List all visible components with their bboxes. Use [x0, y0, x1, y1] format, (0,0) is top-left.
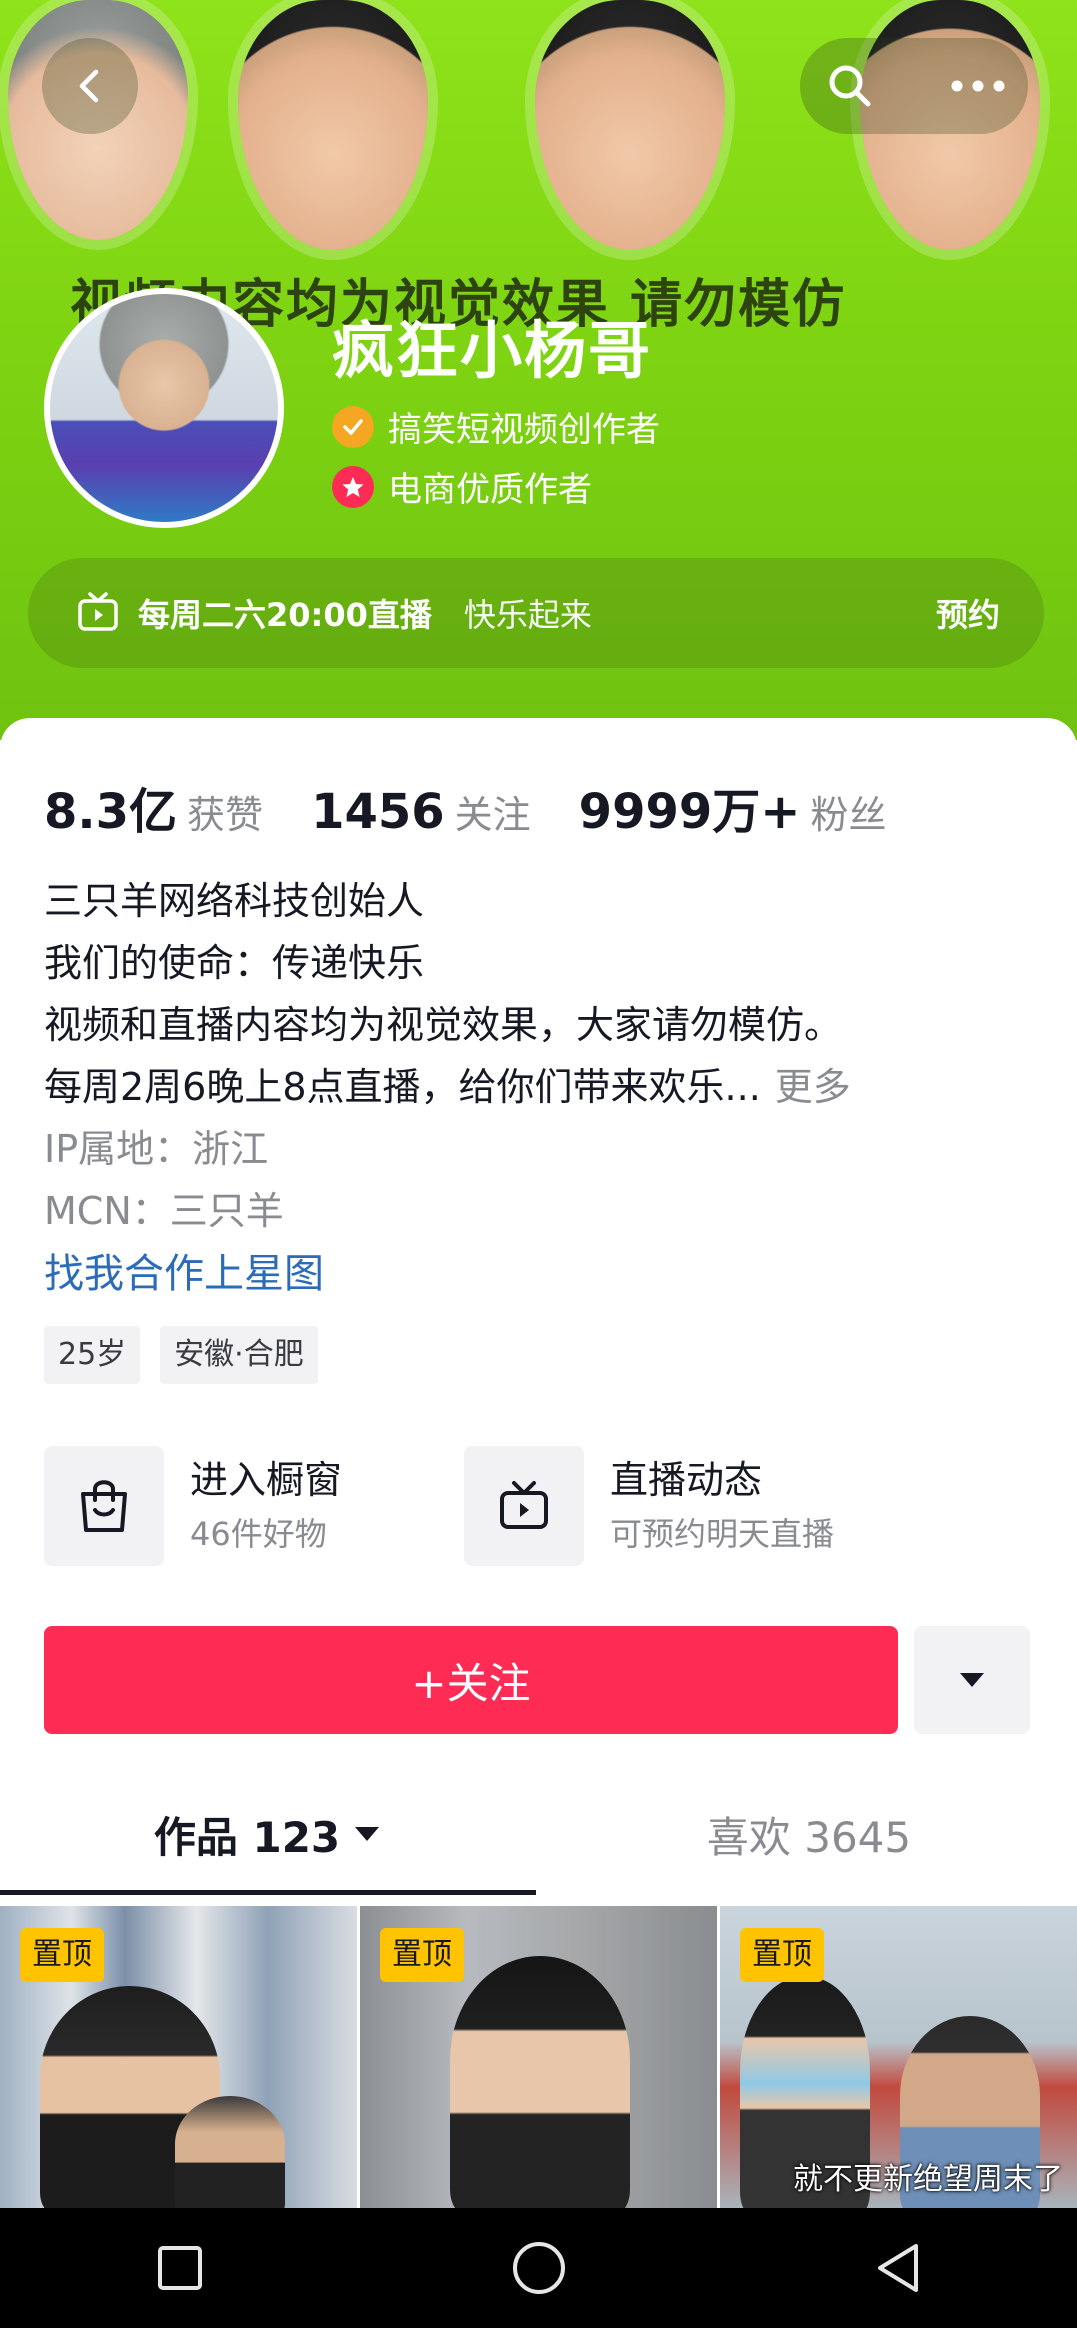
more-dots-icon [951, 80, 1005, 92]
shopping-bag-icon [44, 1446, 164, 1566]
video-caption: 就不更新绝望周末了 [793, 2162, 1063, 2197]
chevron-left-icon [79, 69, 99, 103]
triangle-back-icon [877, 2244, 918, 2292]
banner-face-image [238, 0, 428, 250]
video-grid: 置顶 置顶 置顶 就不更新绝望周末了 [0, 1906, 1077, 2208]
followers-label[interactable]: 粉丝 [811, 784, 887, 839]
certification-label: 电商优质作者 [388, 470, 592, 510]
bio-more-button[interactable]: 更多 [775, 1065, 851, 1109]
video-figure [175, 2096, 285, 2208]
recommend-dropdown-button[interactable] [914, 1626, 1030, 1734]
xingtu-link[interactable]: 找我合作上星图 [44, 1242, 1044, 1306]
bio-line: 视频和直播内容均为视觉效果，大家请勿模仿。 [44, 1003, 843, 1047]
pinned-badge: 置顶 [740, 1928, 824, 1982]
nickname: 疯狂小杨哥 [332, 314, 653, 387]
check-badge-icon [332, 405, 374, 448]
entry-title: 直播动态 [610, 1458, 763, 1502]
likes-count: 8.3亿 [44, 784, 178, 840]
caret-down-icon [960, 1673, 984, 1687]
profile-banner: 视频内容均为视觉效果 请勿模仿 疯狂小杨哥 搞笑短视频创作者 电商优质作者 每周… [0, 0, 1077, 740]
tab-works-label: 作品 123 [153, 1812, 341, 1862]
bio: 三只羊网络科技创始人 我们的使命：传递快乐 视频和直播内容均为视觉效果，大家请勿… [44, 870, 1044, 1306]
following-label[interactable]: 关注 [455, 784, 531, 839]
video-thumbnail[interactable]: 置顶 [0, 1906, 357, 2208]
system-nav-bar [0, 2208, 1077, 2328]
star-badge-icon [332, 465, 374, 508]
home-button[interactable] [479, 2208, 599, 2328]
video-thumbnail[interactable]: 置顶 [360, 1906, 717, 2208]
search-button[interactable] [800, 38, 900, 134]
system-back-button[interactable] [838, 2208, 958, 2328]
certification-ecommerce: 电商优质作者 [332, 462, 592, 511]
pinned-badge: 置顶 [20, 1928, 104, 1982]
following-count[interactable]: 1456 [311, 784, 445, 840]
tab-works[interactable]: 作品 123 [0, 1778, 536, 1890]
bio-line-last: 每周2周6晚上8点直播，给你们带来欢乐... 更多 [44, 1056, 1044, 1118]
back-button[interactable] [42, 38, 138, 134]
video-thumbnail[interactable]: 置顶 就不更新绝望周末了 [720, 1906, 1077, 2208]
location-tag: 安徽·合肥 [160, 1326, 318, 1384]
profile-tabs: 作品 123 喜欢 3645 [0, 1778, 1077, 1898]
stats-row: 8.3亿 获赞 1456 关注 9999万+ 粉丝 [44, 772, 935, 842]
entry-subtitle: 可预约明天直播 [610, 1515, 835, 1553]
pinned-badge: 置顶 [380, 1928, 464, 1982]
circle-icon [512, 2242, 565, 2294]
profile-tags: 25岁 安徽·合肥 [44, 1326, 338, 1384]
reserve-button[interactable]: 预约 [936, 590, 1000, 636]
tv-icon [78, 592, 118, 631]
likes-label: 获赞 [187, 793, 264, 837]
certification-label: 搞笑短视频创作者 [388, 410, 660, 450]
age-tag: 25岁 [44, 1326, 141, 1384]
followers-count[interactable]: 9999万+ [579, 772, 801, 842]
tv-icon [464, 1446, 584, 1566]
bio-line: 每周2周6晚上8点直播，给你们带来欢乐... [44, 1065, 761, 1109]
avatar[interactable] [44, 288, 284, 528]
profile-card: 8.3亿 获赞 1456 关注 9999万+ 粉丝 三只羊网络科技创始人 我们的… [0, 718, 1077, 2208]
entry-title: 进入橱窗 [190, 1458, 343, 1502]
tab-likes-label: 喜欢 3645 [706, 1812, 912, 1862]
bio-line: 三只羊网络科技创始人 [44, 879, 425, 923]
banner-face-image [535, 0, 725, 250]
search-icon [829, 65, 871, 107]
live-slogan: 快乐起来 [463, 596, 592, 634]
square-icon [157, 2246, 202, 2290]
shop-window-entry[interactable]: 进入橱窗 46件好物 [44, 1446, 464, 1566]
entry-subtitle: 46件好物 [190, 1515, 327, 1553]
feature-entries: 进入橱窗 46件好物 直播动态 可预约明天直播 [44, 1446, 884, 1566]
tab-likes[interactable]: 喜欢 3645 [541, 1778, 1077, 1890]
certification-creator: 搞笑短视频创作者 [332, 402, 660, 451]
caret-down-icon [355, 1827, 380, 1841]
live-schedule-bar[interactable]: 每周二六20:00直播 快乐起来 预约 [28, 558, 1044, 668]
tab-active-indicator [0, 1890, 536, 1895]
live-dynamics-entry[interactable]: 直播动态 可预约明天直播 [464, 1446, 884, 1566]
bio-line: 我们的使命：传递快乐 [44, 941, 425, 985]
live-time: 每周二六20:00直播 [138, 596, 432, 634]
mcn-label: MCN：三只羊 [44, 1189, 284, 1233]
more-button[interactable] [928, 38, 1028, 134]
follow-button[interactable]: +关注 [44, 1626, 898, 1734]
video-figure [450, 1956, 630, 2208]
ip-location: IP属地：浙江 [44, 1127, 269, 1171]
recent-apps-button[interactable] [120, 2208, 240, 2328]
